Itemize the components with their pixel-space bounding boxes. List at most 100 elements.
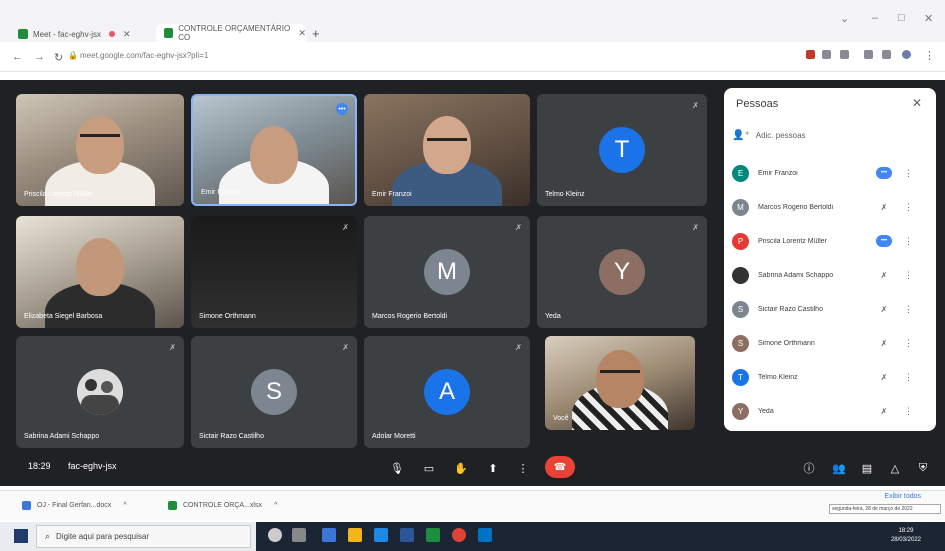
share-icon[interactable] [822,50,831,59]
more-options-icon[interactable]: ⋮ [904,406,913,417]
chat-icon[interactable]: ▤ [858,459,876,477]
puzzle-icon[interactable] [864,50,873,59]
mic-off-icon: ✗ [880,304,888,314]
people-list-item[interactable]: Y Yeda ✗ ⋮ [732,400,930,422]
participant-avatar: A [424,369,470,415]
participant-tile[interactable]: Elizabeta Siegel Barbosa [16,216,184,328]
downloads-bar: OJ - Final Gerfan...docx ^ CONTROLE ORÇA… [0,490,945,520]
more-options-icon[interactable]: ⋮ [904,338,913,349]
person-name: Emir Franzoi [758,169,798,177]
participant-tile[interactable]: ✗ Simone Orthmann [191,216,357,328]
mic-toggle-icon[interactable]: 🎙 [388,459,406,477]
more-options-icon[interactable]: ⋮ [904,270,913,281]
tab-label: CONTROLE ORÇAMENTÁRIO CO [178,24,291,42]
more-options-icon[interactable]: ⋮ [514,459,532,477]
person-avatar: T [732,368,749,386]
participant-name: Sabrina Adami Schappo [24,433,100,440]
activities-icon[interactable]: △ [886,459,904,477]
people-icon[interactable]: 👥 [830,459,848,477]
person-name: Marcos Rogerio Bertoldi [758,203,834,211]
meet-favicon-icon [18,29,28,39]
profile-avatar-icon[interactable] [902,50,911,59]
people-list-item[interactable]: Sabrina Adami Schappo ✗ ⋮ [732,264,930,286]
tab-meet[interactable]: Meet - fac-eghv-jsx ✕ [18,26,163,42]
people-list-item[interactable]: T Telmo Kleinz ✗ ⋮ [732,366,930,388]
close-tab-icon[interactable]: ✕ [298,28,306,39]
participant-tile[interactable]: ✗ M Marcos Rogerio Bertoldi [364,216,530,328]
search-placeholder: Digite aqui para pesquisar [56,532,149,541]
store-icon[interactable] [374,528,388,542]
chevron-up-icon[interactable]: ^ [274,502,277,509]
maximize-icon[interactable]: □ [898,12,905,24]
chrome-icon[interactable] [452,528,466,542]
outlook-icon[interactable] [478,528,492,542]
hang-up-button[interactable]: ☎ [545,456,575,478]
person-avatar: E [732,164,749,182]
menu-kebab-icon[interactable]: ⋮ [924,49,935,62]
participant-tile[interactable]: ••• Emir Franzoi [191,94,357,206]
close-window-icon[interactable]: ✕ [924,12,933,25]
sidebar-icon[interactable] [882,50,891,59]
participant-tile[interactable]: ✗ Y Yeda [537,216,707,328]
more-options-icon[interactable]: ⋮ [904,202,913,213]
participant-tile[interactable]: Emir Franzoi [364,94,530,206]
people-list-item[interactable]: S Simone Orthmann ✗ ⋮ [732,332,930,354]
participant-photo-avatar [77,369,123,415]
edge-icon[interactable] [322,528,336,542]
participant-tile[interactable]: ✗ T Telmo Kleinz [537,94,707,206]
cortana-icon[interactable] [268,528,282,542]
clock-time: 18:29 [898,528,914,534]
download-item[interactable]: CONTROLE ORÇA...xlsx ^ [168,501,277,510]
close-tab-icon[interactable]: ✕ [123,29,131,40]
participant-name: Marcos Rogerio Bertoldi [372,313,448,320]
present-screen-icon[interactable]: ⬆ [484,459,502,477]
extension-icon[interactable] [806,50,815,59]
close-icon[interactable]: ✕ [912,96,922,110]
back-icon[interactable]: ← [12,51,23,63]
task-view-icon[interactable] [292,528,306,542]
more-options-icon[interactable]: ⋮ [904,372,913,383]
new-tab-button[interactable]: + [312,26,320,41]
people-list-item[interactable]: E Emir Franzoi ••• ⋮ [732,162,930,184]
mic-off-icon: ✗ [880,406,888,416]
dropdown-icon[interactable]: ⌄ [840,12,849,25]
mic-off-icon: ✗ [342,223,349,232]
more-options-icon[interactable]: ⋮ [904,236,913,247]
windows-start-icon[interactable] [14,529,28,543]
people-list-item[interactable]: M Marcos Rogerio Bertoldi ✗ ⋮ [732,196,930,218]
more-options-icon[interactable]: ⋮ [904,304,913,315]
self-view-tile[interactable]: Você [545,336,695,430]
star-icon[interactable] [840,50,849,59]
participant-tile[interactable]: ✗ A Adolar Moretti [364,336,530,448]
camera-toggle-icon[interactable]: ▭ [420,459,438,477]
meeting-details-icon[interactable]: ⓘ [800,459,818,477]
system-clock[interactable]: 18:29 28/03/2022 [891,527,921,545]
more-options-icon[interactable]: ⋮ [904,168,913,179]
host-controls-icon[interactable]: ⛨ [914,459,932,477]
chevron-up-icon[interactable]: ^ [123,502,126,509]
people-list-item[interactable]: S Sictair Razo Castilho ✗ ⋮ [732,298,930,320]
minimize-icon[interactable]: – [872,12,878,24]
participant-avatar: T [599,127,645,173]
file-explorer-icon[interactable] [348,528,362,542]
url-field[interactable]: meet.google.com/fac-eghv-jsx?pli=1 [80,51,208,60]
tab-controle[interactable]: CONTROLE ORÇAMENTÁRIO CO ✕ [156,24,306,42]
participant-tile[interactable]: ✗ S Sictair Razo Castilho [191,336,357,448]
speaking-indicator-icon: ••• [876,167,892,179]
excel-icon[interactable] [426,528,440,542]
add-people-button[interactable]: 👤⁺ Adic. pessoas [732,130,806,141]
mic-off-icon: ✗ [515,343,522,352]
forward-icon[interactable]: → [34,51,45,63]
reload-icon[interactable]: ↻ [54,51,63,64]
add-person-icon: 👤⁺ [732,130,750,141]
person-name: Yeda [758,407,774,415]
taskbar-search-input[interactable]: ⌕ Digite aqui para pesquisar [36,525,251,548]
people-list-item[interactable]: P Priscila Lorentz Müller ••• ⋮ [732,230,930,252]
participant-tile[interactable]: Priscila Lorentz Müller [16,94,184,206]
raise-hand-icon[interactable]: ✋ [452,459,470,477]
show-all-downloads-link[interactable]: Exibir todos [884,493,921,500]
participant-tile[interactable]: ✗ Sabrina Adami Schappo [16,336,184,448]
download-item[interactable]: OJ - Final Gerfan...docx ^ [22,501,127,510]
meeting-time: 18:29 [28,461,51,471]
word-icon[interactable] [400,528,414,542]
